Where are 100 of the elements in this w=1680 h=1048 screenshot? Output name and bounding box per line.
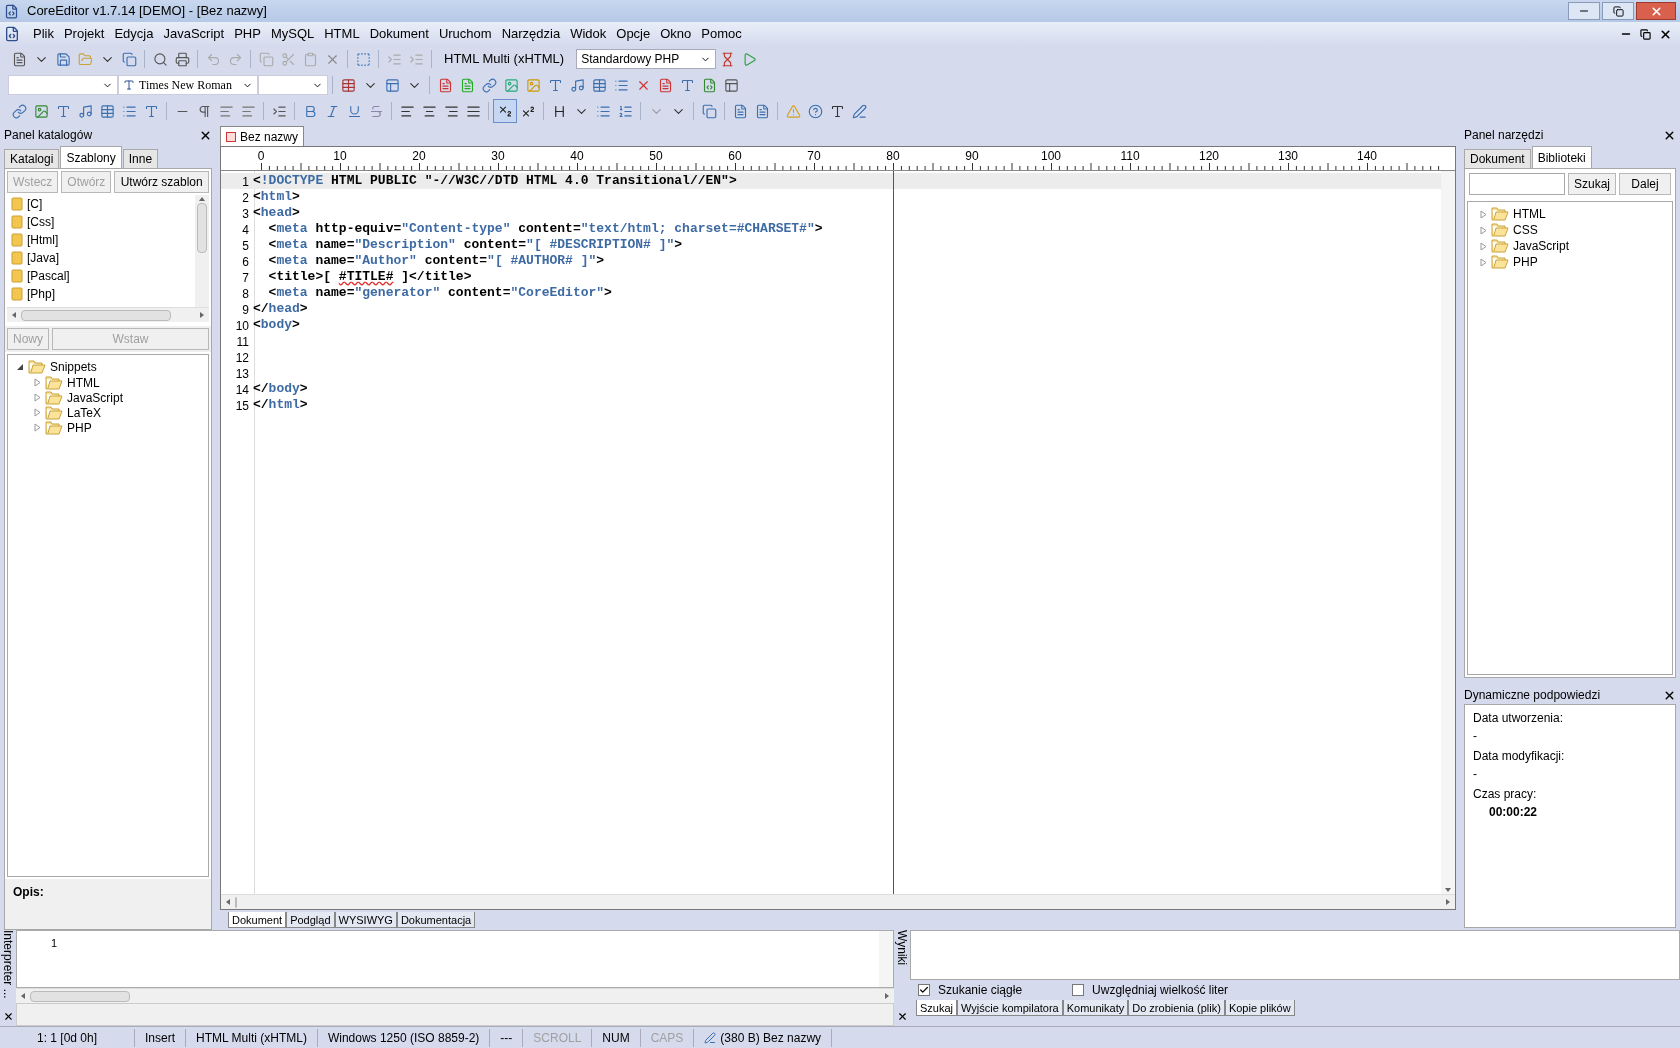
scroll-up-arrow-icon[interactable]	[198, 195, 206, 203]
template-select[interactable]: Standardowy PHP	[576, 49, 717, 69]
panel-tab[interactable]: Katalogi	[4, 149, 60, 168]
code-line: <!DOCTYPE HTML PUBLIC "-//W3C//DTD HTML 4.0 Transitional//EN">	[253, 173, 737, 189]
folder-icon	[11, 287, 23, 301]
collapsed-caret-icon[interactable]	[1480, 241, 1487, 251]
restore-button[interactable]	[1602, 2, 1634, 20]
code-line: <meta name="generator" content="CoreEditor">	[267, 285, 612, 301]
tree-item[interactable]: CSS	[1513, 221, 1538, 239]
minimize-button[interactable]	[1568, 2, 1600, 20]
tree-item[interactable]: HTML	[1513, 205, 1546, 223]
menu-item[interactable]: Dokument	[364, 24, 434, 44]
code-line: <title>[ #TITLE# ]</title>	[267, 269, 472, 285]
results-tab[interactable]: Wyjście kompilatora	[957, 1000, 1063, 1016]
panel-tab[interactable]: Dokument	[1464, 149, 1531, 168]
folder-icon	[11, 233, 23, 247]
hint-value: 00:00:22	[1488, 804, 1539, 821]
close-icon[interactable]	[896, 1011, 908, 1022]
menu-item[interactable]: Projekt	[58, 24, 110, 44]
view-tab[interactable]: Podgląd	[286, 912, 335, 928]
collapsed-caret-icon[interactable]	[34, 393, 41, 402]
scroll-down-arrow-icon[interactable]	[1444, 886, 1452, 894]
scroll-left-arrow-icon[interactable]	[224, 898, 232, 906]
folder-item[interactable]: [Php]	[11, 285, 195, 303]
folder-item[interactable]: [Html]	[11, 231, 195, 249]
panel-tab[interactable]: Inne	[122, 149, 159, 168]
panel-button[interactable]: Dalej	[1619, 173, 1671, 195]
close-icon[interactable]	[2, 1011, 14, 1022]
tree-item[interactable]: Snippets	[50, 358, 97, 376]
panel-title: Panel katalogów	[4, 127, 93, 144]
scroll-right-arrow-icon[interactable]	[1444, 898, 1452, 906]
interpreter-title: Interpreter ...	[0, 930, 16, 999]
close-icon[interactable]	[1659, 27, 1672, 41]
collapsed-caret-icon[interactable]	[1480, 257, 1487, 267]
results-tab[interactable]: Kopie plików	[1224, 1000, 1295, 1016]
scroll-right-arrow-icon[interactable]	[198, 311, 206, 319]
code-line: </head>	[253, 301, 308, 317]
collapsed-caret-icon[interactable]	[1480, 209, 1487, 219]
mode-label: HTML Multi (xHTML)	[443, 50, 566, 69]
panel-button[interactable]: Szukaj	[1568, 173, 1617, 195]
menu-item[interactable]: MySQL	[265, 24, 320, 44]
status-field: (380 B) Bez nazwy	[694, 1028, 833, 1047]
menu-item[interactable]: Okno	[655, 24, 697, 44]
collapsed-caret-icon[interactable]	[1480, 225, 1487, 235]
line-number: 7	[241, 270, 250, 285]
collapsed-caret-icon[interactable]	[34, 408, 41, 417]
vertical-scrollbar[interactable]	[195, 195, 209, 307]
ruler-label: 130	[1278, 148, 1298, 165]
folder-item[interactable]: [Pascal]	[11, 267, 195, 285]
scroll-right-arrow-icon[interactable]	[883, 992, 891, 1000]
scroll-left-arrow-icon[interactable]	[19, 992, 27, 1000]
ruler-label: 140	[1357, 148, 1377, 165]
menu-item[interactable]: Uruchom	[433, 24, 497, 44]
panel-button[interactable]: Utwórz szablon	[114, 171, 209, 193]
font-select[interactable]: Times New Roman	[118, 75, 258, 95]
search-field[interactable]	[1469, 173, 1565, 195]
checkbox[interactable]	[918, 984, 930, 996]
scroll-left-arrow-icon[interactable]	[10, 311, 18, 319]
view-tab[interactable]: WYSIWYG	[334, 912, 397, 928]
horizontal-scrollbar[interactable]	[221, 894, 1455, 909]
horizontal-scrollbar[interactable]	[7, 307, 209, 322]
results-tab[interactable]: Szukaj	[916, 1000, 958, 1016]
status-field: CAPS	[640, 1028, 695, 1047]
panel-tab[interactable]: Biblioteki	[1531, 146, 1592, 168]
document-tab[interactable]: Bez nazwy	[220, 126, 305, 146]
view-tab[interactable]: Dokument	[228, 912, 287, 928]
collapsed-caret-icon[interactable]	[34, 378, 41, 387]
menu-item[interactable]: Opcje	[611, 24, 656, 44]
panel-tab[interactable]: Szablony	[60, 146, 122, 168]
menu-item[interactable]: HTML	[319, 24, 365, 44]
menu-item[interactable]: Pomoc	[696, 24, 747, 44]
tree-item[interactable]: JavaScript	[1513, 237, 1570, 255]
vertical-scrollbar[interactable]	[879, 931, 893, 987]
results-tab[interactable]: Komunikaty	[1062, 1000, 1129, 1016]
folder-icon	[45, 390, 63, 405]
tree-item[interactable]: PHP	[1513, 253, 1538, 271]
menu-item[interactable]: PHP	[229, 24, 266, 44]
vertical-scrollbar[interactable]	[1441, 171, 1455, 894]
expanded-caret-icon[interactable]	[16, 363, 24, 371]
hint-label: Data modyfikacji:	[1473, 748, 1566, 765]
folder-item[interactable]: [C]	[11, 195, 195, 213]
restore-icon[interactable]	[1640, 28, 1651, 40]
command-field[interactable]	[16, 1003, 894, 1026]
menu-item[interactable]: Narzędzia	[496, 24, 566, 44]
menu-item[interactable]: Edycja	[109, 24, 159, 44]
close-button[interactable]	[1636, 2, 1676, 20]
view-tab[interactable]: Dokumentacja	[396, 912, 476, 928]
status-field: NUM	[592, 1028, 641, 1047]
folder-item[interactable]: [Css]	[11, 213, 195, 231]
menu-item[interactable]: JavaScript	[158, 24, 230, 44]
results-tab[interactable]: Do zrobienia (plik)	[1128, 1000, 1225, 1016]
collapsed-caret-icon[interactable]	[34, 423, 41, 432]
interpreter-console[interactable]: 1	[16, 930, 894, 988]
menu-item[interactable]: Widok	[565, 24, 612, 44]
checkbox[interactable]	[1072, 984, 1085, 996]
menu-item[interactable]: Plik	[28, 24, 59, 44]
horizontal-scrollbar[interactable]	[16, 988, 894, 1003]
code-line: </html>	[253, 397, 308, 413]
edit-icon	[704, 1031, 717, 1044]
folder-item[interactable]: [Java]	[11, 249, 195, 267]
